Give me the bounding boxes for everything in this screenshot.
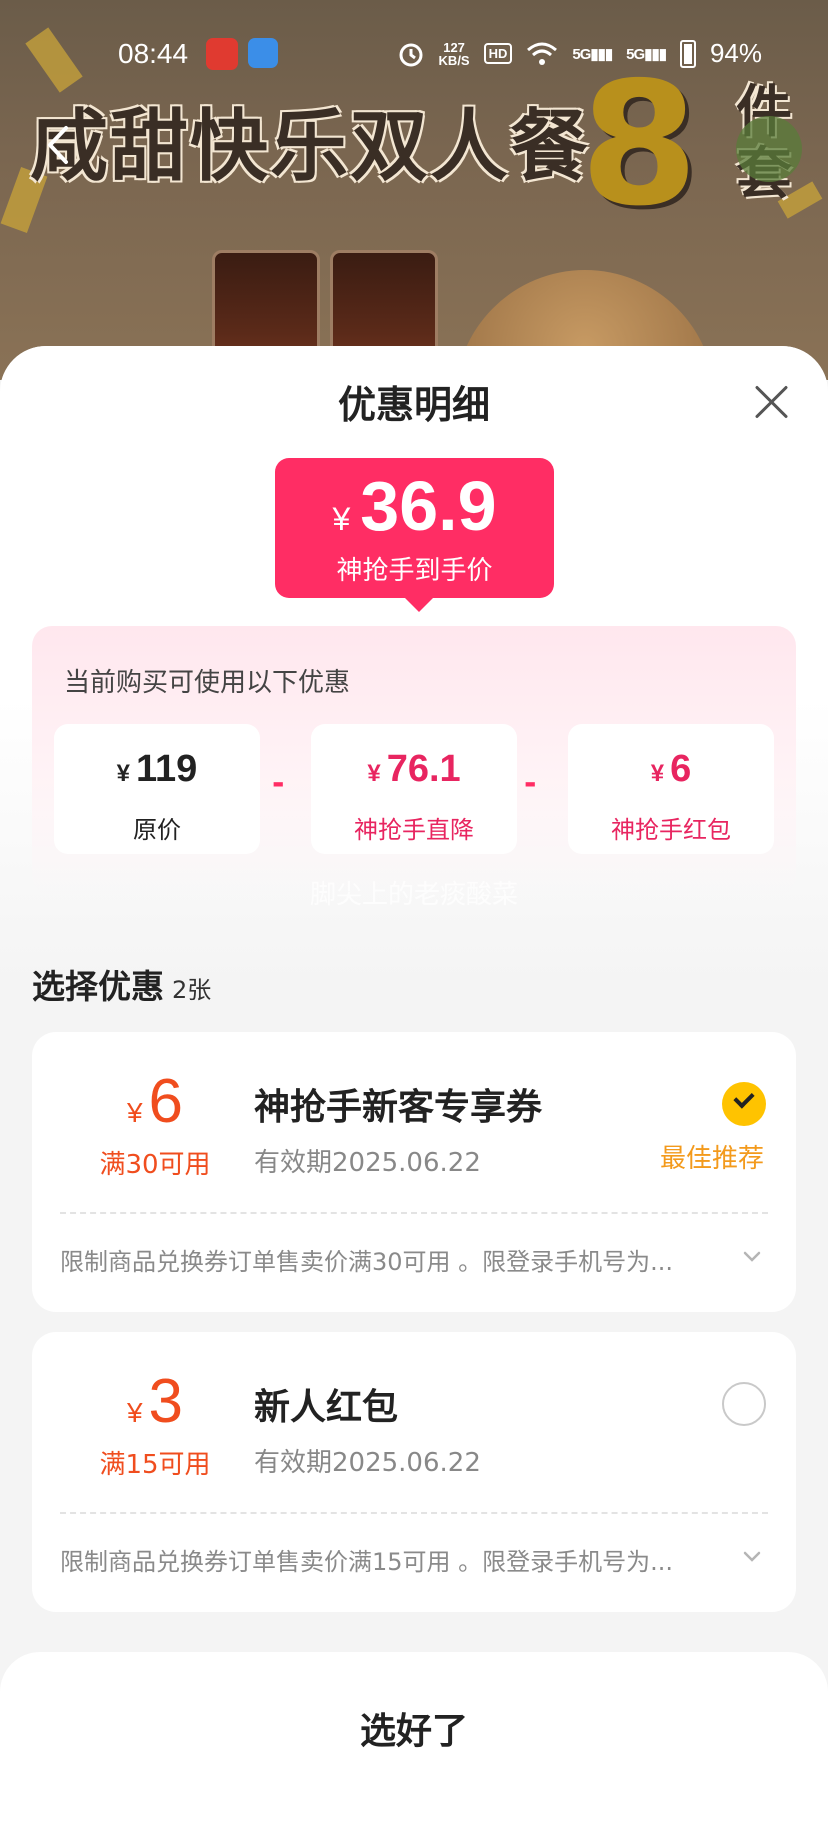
hd-badge: HD xyxy=(483,43,513,64)
choose-title-text: 选择优惠 xyxy=(32,967,164,1006)
app-notification-icon xyxy=(206,38,238,70)
coupon-condition: 满30可用 xyxy=(99,1150,211,1180)
coupon-rule-text: 限制商品兑换券订单售卖价满30可用 。限登录手机号为... xyxy=(60,1248,674,1276)
watermark: 脚尖上的老痰酸菜 xyxy=(309,880,518,910)
coupon-selected-checkbox[interactable] xyxy=(722,1082,766,1126)
weather-icon xyxy=(248,38,278,68)
coupon-amount: ¥3 xyxy=(126,1367,184,1436)
original-price-value: ¥119 xyxy=(116,748,198,790)
back-arrow-icon[interactable] xyxy=(40,124,76,166)
signal-icon: 5G▮▮▮ xyxy=(572,45,613,63)
wechat-share-icon[interactable] xyxy=(736,116,802,182)
final-price-badge: ¥36.9 神抢手到手价 xyxy=(275,458,554,612)
final-price: ¥36.9 xyxy=(275,466,554,546)
breakdown-caption: 当前购买可使用以下优惠 xyxy=(64,668,351,698)
chevron-down-icon[interactable] xyxy=(738,1542,766,1570)
coupon-expiry: 有效期2025.06.22 xyxy=(254,1148,481,1178)
battery-icon xyxy=(679,39,696,68)
minus-operator: - xyxy=(272,766,285,801)
red-packet-value: ¥6 xyxy=(650,748,692,790)
confirm-button[interactable]: 选好了 xyxy=(0,1702,828,1754)
coupon-count: 2张 xyxy=(172,976,212,1004)
coupon-name: 新人红包 xyxy=(254,1387,399,1428)
status-bar: 08:44 127 KB/S HD 5G▮▮▮ 5G▮▮▮ 94% xyxy=(0,0,828,110)
signal-icon: 5G▮▮▮ xyxy=(626,45,667,63)
best-recommend-badge: 最佳推荐 xyxy=(659,1144,764,1174)
direct-discount-value: ¥76.1 xyxy=(367,748,461,790)
coupon-amount: ¥6 xyxy=(126,1067,184,1136)
direct-discount-label: 神抢手直降 xyxy=(354,816,474,844)
coupon-condition: 满15可用 xyxy=(99,1450,211,1480)
status-time: 08:44 xyxy=(118,38,189,69)
currency-symbol: ¥ xyxy=(332,501,351,537)
coupon-expiry: 有效期2025.06.22 xyxy=(254,1448,481,1478)
coupon-card-new-user-red-packet[interactable]: ¥3 满15可用 新人红包 有效期2025.06.22 限制商品兑换券订单售卖价… xyxy=(32,1332,796,1612)
minus-operator: - xyxy=(524,766,537,801)
coupon-unselected-radio[interactable] xyxy=(722,1382,766,1426)
dashed-divider xyxy=(60,1212,768,1214)
network-speed: 127 KB/S xyxy=(439,41,470,67)
close-icon[interactable] xyxy=(754,384,790,420)
final-price-label: 神抢手到手价 xyxy=(336,556,493,586)
sheet-title: 优惠明细 xyxy=(337,383,490,427)
coupon-card-new-customer[interactable]: ¥6 满30可用 神抢手新客专享券 有效期2025.06.22 最佳推荐 限制商… xyxy=(32,1032,796,1312)
wifi-icon xyxy=(527,42,558,65)
dashed-divider xyxy=(60,1512,768,1514)
coupon-name: 神抢手新客专享券 xyxy=(254,1087,543,1128)
discount-breakdown: 当前购买可使用以下优惠 ¥119 原价 - ¥76.1 神抢手直降 - ¥6 神… xyxy=(32,626,796,896)
network-speed-unit: KB/S xyxy=(438,52,470,68)
original-price-label: 原价 xyxy=(133,816,181,844)
red-packet-card: ¥6 神抢手红包 xyxy=(568,724,774,854)
coupon-rule-text: 限制商品兑换券订单售卖价满15可用 。限登录手机号为... xyxy=(60,1548,674,1576)
battery-percent: 94% xyxy=(709,38,762,68)
red-packet-label: 神抢手红包 xyxy=(611,816,731,844)
choose-discount-title: 选择优惠 2张 xyxy=(32,960,211,1008)
alarm-icon xyxy=(399,43,423,66)
chevron-down-icon[interactable] xyxy=(738,1242,766,1270)
bottom-action-bar: 选好了 xyxy=(0,1652,828,1840)
direct-discount-card: ¥76.1 神抢手直降 xyxy=(311,724,517,854)
network-speed-value: 127 xyxy=(443,39,465,55)
status-right-group: 127 KB/S HD 5G▮▮▮ 5G▮▮▮ 94% xyxy=(397,38,762,69)
original-price-card: ¥119 原价 xyxy=(54,724,260,854)
discount-detail-sheet: 优惠明细 ¥36.9 神抢手到手价 当前购买可使用以下优惠 ¥119 原价 - … xyxy=(0,346,828,1840)
final-price-amount: 36.9 xyxy=(360,467,497,545)
